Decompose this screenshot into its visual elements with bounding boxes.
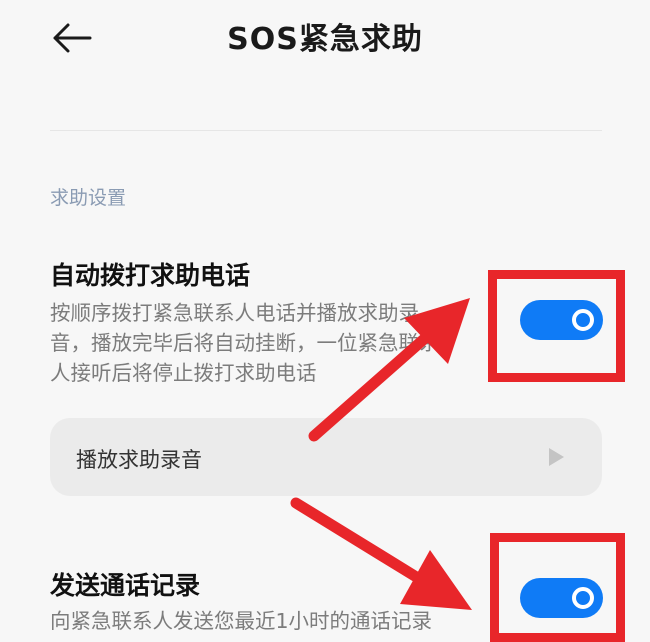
send-call-log-title: 发送通话记录 (50, 571, 201, 600)
annotation-highlight-box (488, 270, 625, 382)
page-title: SOS紧急求助 (227, 22, 423, 57)
auto-call-desc-line: 人接听后将停止拨打求助电话 (50, 361, 317, 385)
auto-call-desc-line: 按顺序拨打紧急联系人电话并播放求助录 (50, 301, 419, 325)
annotation-arrow-lower (290, 497, 472, 610)
send-call-log-desc-line: 向紧急联系人发送您最近1小时的通话记录 (50, 609, 433, 633)
play-recording-label: 播放求助录音 (76, 448, 202, 472)
auto-call-description: 按顺序拨打紧急联系人电话并播放求助录 音，播放完毕后将自动挂断，一位紧急联系 人… (50, 298, 495, 388)
header-divider (50, 130, 602, 131)
send-call-log-description: 向紧急联系人发送您最近1小时的通话记录 (50, 606, 495, 636)
auto-call-desc-line: 音，播放完毕后将自动挂断，一位紧急联系 (50, 331, 440, 355)
annotation-highlight-box (490, 533, 625, 642)
play-icon (549, 448, 564, 466)
section-label: 求助设置 (50, 187, 127, 209)
play-recording-card[interactable]: 播放求助录音 (50, 418, 602, 496)
app-header: SOS紧急求助 (0, 0, 650, 90)
auto-call-title: 自动拨打求助电话 (50, 261, 251, 290)
